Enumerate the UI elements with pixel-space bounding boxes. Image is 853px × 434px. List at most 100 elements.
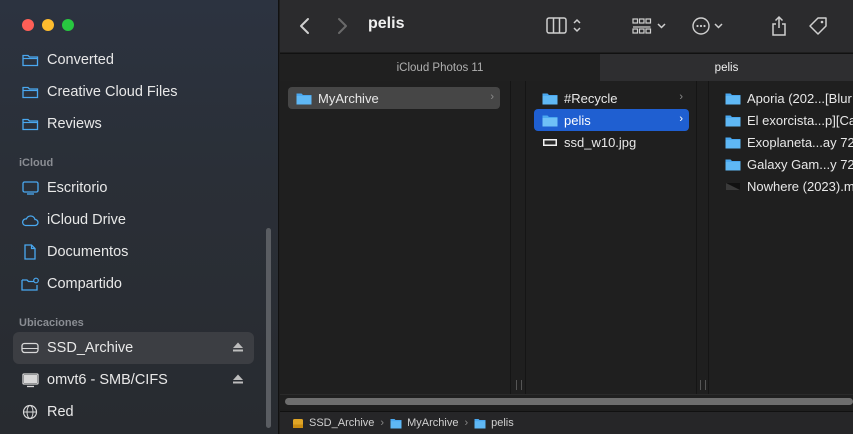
column-1: MyArchive › — [280, 81, 511, 394]
list-item-recycle[interactable]: #Recycle › — [534, 87, 689, 109]
group-button[interactable] — [632, 13, 670, 39]
chevron-right-icon: › — [679, 91, 683, 103]
drive-icon — [21, 339, 39, 357]
path-separator: › — [380, 417, 385, 429]
sidebar-section-icloud: iCloud — [19, 157, 54, 169]
list-item-exoplaneta[interactable]: Exoplaneta...ay 72 — [717, 131, 853, 153]
columns-view-icon — [546, 17, 567, 34]
sidebar-item-compartido[interactable]: Compartido — [13, 268, 254, 300]
path-label: SSD_Archive — [309, 417, 375, 429]
folder-icon — [474, 418, 486, 428]
list-item-ssd-w10[interactable]: ssd_w10.jpg — [534, 131, 689, 153]
eject-icon[interactable] — [232, 341, 244, 353]
share-icon — [772, 15, 786, 36]
window-controls — [22, 19, 74, 31]
sidebar-scrollbar[interactable] — [266, 228, 271, 428]
action-menu-button[interactable] — [692, 13, 728, 39]
desktop-icon — [21, 179, 39, 197]
folder-icon — [390, 418, 402, 428]
folder-icon — [725, 137, 741, 148]
item-label: pelis — [564, 112, 591, 128]
window-title: pelis — [368, 15, 405, 32]
list-item-myarchive[interactable]: MyArchive › — [288, 87, 500, 109]
cloud-icon — [21, 211, 39, 229]
sidebar-item-creative-cloud-files[interactable]: Creative Cloud Files — [13, 76, 254, 108]
path-item-pelis[interactable]: pelis — [474, 417, 514, 429]
monitor-icon — [21, 371, 39, 389]
toolbar: pelis — [280, 0, 853, 52]
column-2: #Recycle › pelis › ssd_w10.jpg — [526, 81, 697, 394]
list-item-el-exorcista[interactable]: El exorcista...p][Ca — [717, 109, 853, 131]
path-bar: SSD_Archive › MyArchive › pelis — [280, 411, 853, 434]
folder-icon — [725, 93, 741, 104]
list-item-galaxy-game[interactable]: Galaxy Gam...y 72 — [717, 153, 853, 175]
eject-icon[interactable] — [232, 373, 244, 385]
minimize-window-button[interactable] — [42, 19, 54, 31]
chevron-right-icon: › — [679, 113, 683, 125]
sidebar-item-label: Documentos — [47, 244, 129, 260]
horizontal-scrollbar[interactable] — [285, 398, 853, 405]
tab-icloud-photos[interactable]: iCloud Photos 11 — [280, 54, 601, 81]
document-icon — [21, 243, 39, 261]
share-button[interactable] — [770, 13, 788, 39]
sidebar-item-label: Reviews — [47, 116, 102, 132]
sidebar-item-icloud-drive[interactable]: iCloud Drive — [13, 204, 254, 236]
sidebar-item-documentos[interactable]: Documentos — [13, 236, 254, 268]
zoom-window-button[interactable] — [62, 19, 74, 31]
back-button[interactable] — [298, 13, 312, 39]
sidebar-item-converted[interactable]: Converted — [13, 44, 254, 76]
sidebar-item-label: Converted — [47, 52, 114, 68]
list-item-aporia[interactable]: Aporia (202...[Blur — [717, 87, 853, 109]
column-3: Aporia (202...[Blur El exorcista...p][Ca… — [709, 81, 853, 394]
sidebar-item-label: SSD_Archive — [47, 340, 134, 356]
column-1-gap — [511, 81, 526, 394]
tab-bar: iCloud Photos 11 pelis — [280, 53, 853, 81]
view-mode-button[interactable] — [546, 13, 586, 39]
sidebar: Converted Creative Cloud Files Reviews i… — [0, 0, 279, 434]
column-resizer[interactable] — [700, 380, 706, 390]
item-label: Nowhere (2023).m — [747, 178, 853, 194]
tab-pelis[interactable]: pelis — [600, 54, 853, 81]
folder-icon — [21, 83, 39, 101]
sidebar-item-label: iCloud Drive — [47, 212, 126, 228]
tags-button[interactable] — [807, 13, 829, 39]
drive-icon — [293, 418, 303, 428]
close-window-button[interactable] — [22, 19, 34, 31]
chevron-right-icon: › — [490, 91, 494, 103]
item-label: Aporia (202...[Blur — [747, 90, 852, 106]
item-label: Exoplaneta...ay 72 — [747, 134, 853, 150]
chevron-left-icon — [300, 18, 309, 34]
sidebar-item-reviews[interactable]: Reviews — [13, 108, 254, 140]
list-item-pelis[interactable]: pelis › — [534, 109, 689, 131]
tab-label: pelis — [714, 61, 739, 74]
tag-icon — [809, 17, 827, 35]
folder-icon — [725, 115, 741, 126]
chevron-down-icon — [657, 23, 666, 29]
path-item-myarchive[interactable]: MyArchive — [390, 417, 458, 429]
column-resizer[interactable] — [516, 380, 522, 390]
sidebar-item-ssd-archive[interactable]: SSD_Archive — [13, 332, 254, 364]
folder-icon — [296, 93, 312, 104]
chevron-down-icon — [714, 23, 723, 29]
list-item-nowhere[interactable]: Nowhere (2023).m — [717, 175, 853, 197]
sidebar-item-omvt6[interactable]: omvt6 - SMB/CIFS — [13, 364, 254, 396]
item-label: El exorcista...p][Ca — [747, 112, 853, 128]
folder-icon — [542, 115, 558, 126]
chevron-updown-icon — [573, 18, 581, 33]
path-label: pelis — [491, 417, 514, 429]
path-item-ssd-archive[interactable]: SSD_Archive — [292, 417, 374, 429]
item-label: MyArchive — [318, 90, 379, 106]
tab-label: iCloud Photos 11 — [396, 61, 484, 74]
video-file-icon — [726, 182, 740, 190]
folder-icon — [542, 93, 558, 104]
sidebar-item-red[interactable]: Red — [13, 396, 254, 428]
folder-icon — [21, 115, 39, 133]
path-label: MyArchive — [407, 417, 459, 429]
sidebar-section-locations: Ubicaciones — [19, 317, 84, 329]
shared-folder-icon — [21, 275, 39, 293]
item-label: ssd_w10.jpg — [564, 134, 637, 150]
forward-button[interactable] — [335, 13, 349, 39]
sidebar-item-escritorio[interactable]: Escritorio — [13, 172, 254, 204]
sidebar-item-label: Escritorio — [47, 180, 108, 196]
sidebar-item-label: Compartido — [47, 276, 122, 292]
